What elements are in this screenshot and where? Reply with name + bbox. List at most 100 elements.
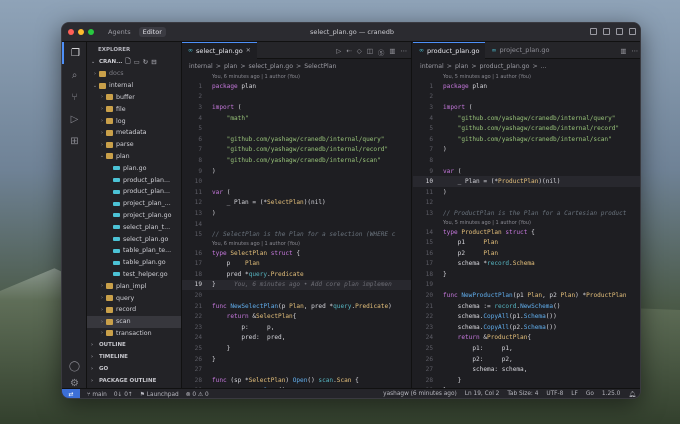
status-item[interactable]: UTF-8 (546, 391, 563, 398)
close-window-button[interactable] (68, 29, 74, 35)
tree-item-project-plan-[interactable]: project_plan_... (87, 198, 181, 210)
breadcrumb-item[interactable]: ... (541, 63, 547, 70)
tree-item-internal[interactable]: ⌄ internal (87, 80, 181, 92)
code-line: 12 (413, 198, 640, 209)
extensions-icon[interactable]: ⊞ (62, 130, 87, 152)
refresh-icon[interactable]: ↻ (143, 58, 148, 66)
notifications-bell-icon[interactable]: 🔔︎ (628, 391, 636, 398)
tree-item-scan[interactable]: › scan (87, 315, 181, 328)
tree-item-table-plan-go[interactable]: table_plan.go (87, 257, 181, 269)
tree-item-label: internal (109, 82, 134, 90)
split-editor-icon[interactable]: ▥ (620, 47, 626, 55)
status-item[interactable]: yashagw (6 minutes ago) (383, 391, 457, 398)
tree-item-plan[interactable]: ⌄ plan (87, 151, 181, 163)
tree-item-product-plan-[interactable]: product_plan... (87, 174, 181, 186)
tree-item-label: product_plan... (123, 176, 170, 184)
tree-item-docs[interactable]: › docs (87, 68, 181, 80)
codelens-blame[interactable]: You, 5 minutes ago | 1 author (You) (413, 219, 640, 227)
search-icon[interactable]: ⌕ (62, 64, 87, 86)
collapse-all-icon[interactable]: ⊟ (151, 58, 156, 66)
tree-item-log[interactable]: › log (87, 115, 181, 127)
close-tab-icon[interactable]: ✕ (246, 47, 251, 54)
tree-item-buffer[interactable]: › buffer (87, 92, 181, 104)
tree-item-project-plan-go[interactable]: project_plan.go (87, 210, 181, 222)
breadcrumb-item[interactable]: plan (224, 63, 237, 70)
toggle-panel-icon[interactable] (603, 28, 610, 35)
breadcrumb-item[interactable]: SelectPlan (304, 63, 336, 70)
breadcrumb-item[interactable]: internal (420, 63, 444, 70)
status-item[interactable]: Tab Size: 4 (507, 391, 538, 398)
split-icon[interactable]: ◫ (367, 47, 373, 57)
section-outline[interactable]: › OUTLINE (87, 339, 181, 351)
tree-item-transaction[interactable]: › transaction (87, 328, 181, 340)
status-item[interactable]: 1.25.0 (602, 391, 620, 398)
status-item[interactable]: LF (571, 391, 578, 398)
tree-item-table-plan-te-[interactable]: table_plan_te... (87, 245, 181, 257)
tab-product-plan[interactable]: ∞ product_plan.go (413, 42, 486, 59)
remote-indicator-icon[interactable]: ⇄ (62, 388, 80, 398)
source-control-icon[interactable]: ⑂ (62, 86, 87, 108)
sync-status[interactable]: 0↓ 0↑ (114, 392, 133, 398)
explorer-icon[interactable]: ❐ (62, 42, 87, 64)
toggle-sidebar-icon[interactable] (590, 28, 597, 35)
breadcrumb-item[interactable]: internal (189, 63, 213, 70)
account-icon[interactable]: ◯ (62, 355, 87, 377)
tree-item-file[interactable]: › file (87, 103, 181, 115)
editor-tab[interactable]: Editor (138, 27, 166, 37)
toggle-secondary-sidebar-icon[interactable] (616, 28, 623, 35)
tab-project-plan[interactable]: ∞ project_plan.go (485, 42, 555, 59)
tree-item-select-plan-t-[interactable]: select_plan_t... (87, 221, 181, 233)
problems-count[interactable]: ⊗ 0 ⚠ 0 (186, 392, 209, 398)
tree-item-record[interactable]: › record (87, 304, 181, 316)
code-token: (p2. (509, 323, 524, 331)
tree-item-test-helper-go[interactable]: test_helper.go (87, 269, 181, 281)
split-editor-icon[interactable]: ▥ (389, 47, 395, 57)
tree-item-parse[interactable]: › parse (87, 139, 181, 151)
code-token: Schema (523, 323, 546, 331)
diff-icon[interactable]: ◇ (357, 47, 362, 57)
branch-icon[interactable]: ⑂ main (87, 392, 107, 398)
folder-icon (99, 70, 106, 77)
section-package-outline[interactable]: › PACKAGE OUTLINE (87, 375, 181, 387)
breadcrumb-item[interactable]: plan (455, 63, 468, 70)
tree-item-select-plan-go[interactable]: select_plan.go (87, 233, 181, 245)
code-editor[interactable]: 1 package plan 2 3 import (4 "github.com/yas… (413, 81, 640, 388)
workspace-root[interactable]: ⌄ CRAN... 🗋 ▭ ↻ ⊟ (87, 56, 181, 68)
zoom-window-button[interactable] (88, 29, 94, 35)
codelens-blame[interactable]: You, 6 minutes ago | 1 author (You) (182, 240, 411, 248)
line-number: 18 (194, 270, 202, 278)
run-debug-icon[interactable]: ▷ (62, 108, 87, 130)
status-item[interactable]: Ln 19, Col 2 (465, 391, 500, 398)
line-number: 11 (194, 188, 202, 196)
tab-select-plan[interactable]: ∞ select_plan.go ✕ (182, 42, 257, 59)
explorer-header: EXPLORER (98, 47, 131, 53)
agents-tab[interactable]: Agents (104, 27, 135, 37)
line-number: 13 (194, 209, 202, 217)
code-token: schema: schema, (443, 366, 528, 374)
copilot-icon[interactable]: Ⓢ (378, 47, 385, 57)
tree-item-plan-impl[interactable]: › plan_impl (87, 280, 181, 292)
breadcrumb-item[interactable]: product_plan.go (480, 63, 530, 70)
status-item[interactable]: Go (586, 391, 594, 398)
more-actions-icon[interactable]: ⋯ (632, 47, 639, 55)
breadcrumb-item[interactable]: select_plan.go (249, 63, 294, 70)
code-line: 25 p1: p1, (413, 343, 640, 354)
line-number: 4 (198, 114, 202, 122)
go-back-icon[interactable]: ⇠ (346, 47, 351, 57)
tree-item-query[interactable]: › query (87, 292, 181, 304)
code-line: 22 return & SelectPlan{ (182, 311, 411, 322)
launchpad-item[interactable]: ⚑ Launchpad (140, 392, 179, 398)
section-timeline[interactable]: › TIMELINE (87, 351, 181, 363)
tree-item-product-plan-[interactable]: product_plan... (87, 186, 181, 198)
minimize-window-button[interactable] (78, 29, 84, 35)
new-folder-icon[interactable]: ▭ (134, 58, 140, 66)
section-go[interactable]: › GO (87, 363, 181, 375)
tree-item-metadata[interactable]: › metadata (87, 127, 181, 139)
customize-layout-icon[interactable] (629, 28, 636, 35)
more-actions-icon[interactable]: ⋯ (401, 47, 408, 57)
code-editor[interactable]: 1 package plan 2 3 import (4 "math" 5 6 "githu… (182, 81, 411, 388)
tree-item-plan-go[interactable]: plan.go (87, 162, 181, 174)
tree-item-label: log (116, 117, 126, 125)
new-file-icon[interactable]: 🗋 (125, 57, 130, 68)
run-icon[interactable]: ▷ (336, 47, 341, 57)
